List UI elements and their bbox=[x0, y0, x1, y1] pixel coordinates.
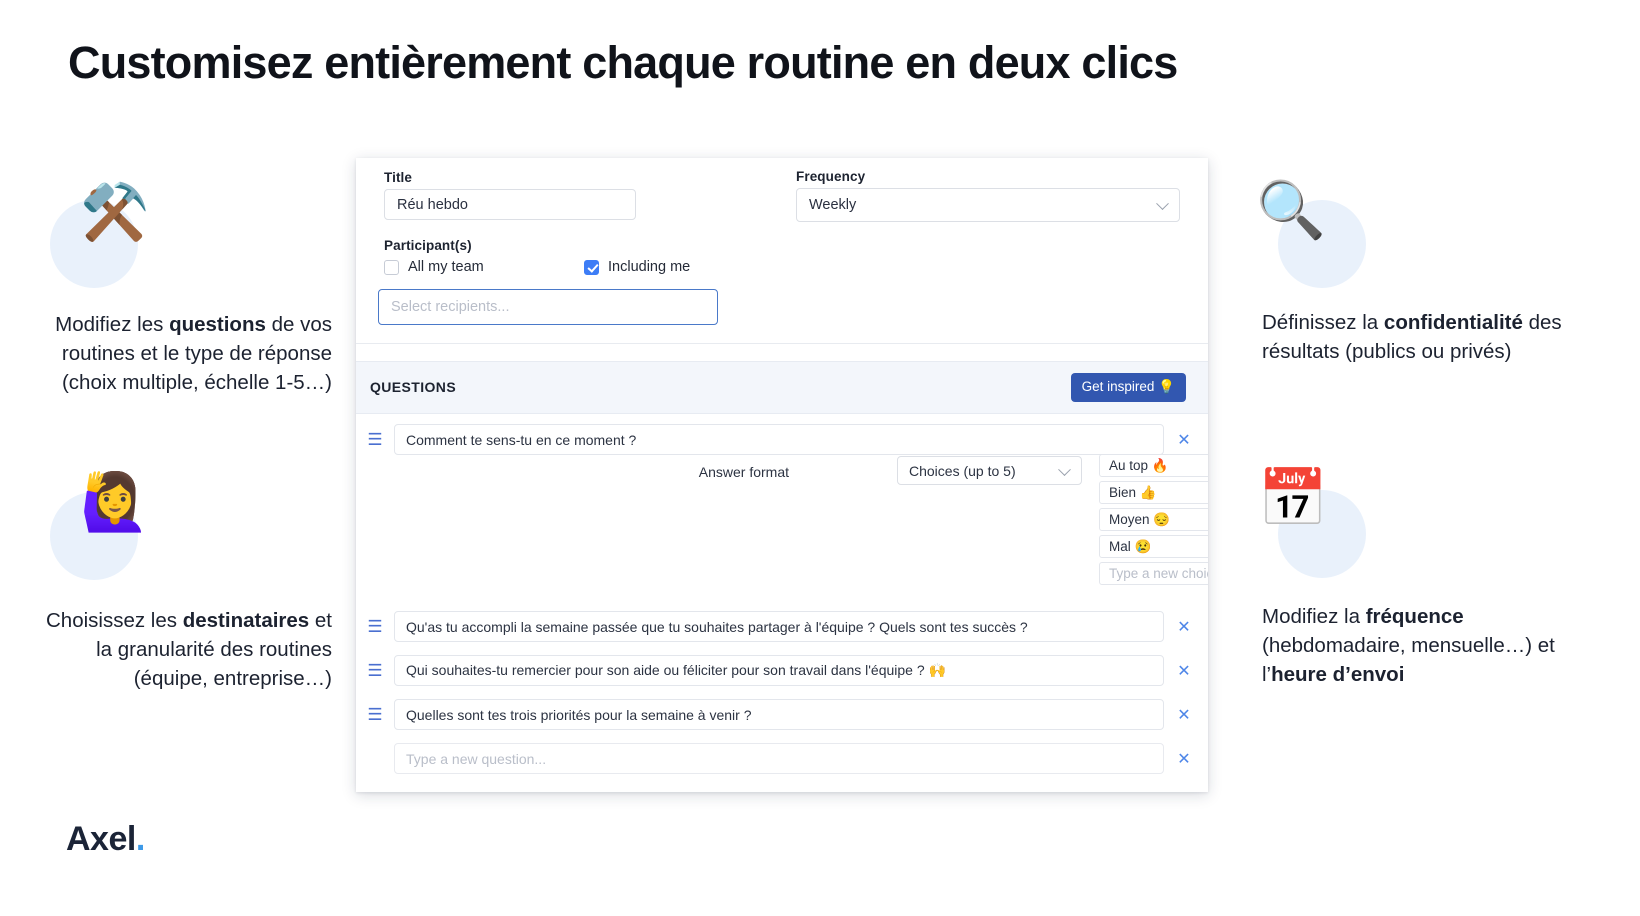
choice-row: Mal 😢 ✕ bbox=[1099, 533, 1208, 560]
choice-input[interactable]: Moyen 😔 bbox=[1099, 508, 1208, 531]
frequency-value: Weekly bbox=[809, 197, 857, 213]
question-text-input[interactable]: Qui souhaites-tu remercier pour son aide… bbox=[394, 655, 1164, 686]
questions-section-header: QUESTIONS Get inspired 💡 bbox=[356, 361, 1208, 414]
question-row: ☰ Quelles sont tes trois priorités pour … bbox=[356, 699, 1208, 730]
annotation-recipients-text: Choisissez les destinataires et la granu… bbox=[46, 609, 332, 691]
questions-heading: QUESTIONS bbox=[370, 379, 457, 395]
chevron-down-icon bbox=[1058, 462, 1071, 476]
choices-column: Au top 🔥 ✕ Bien 👍 ✕ Moyen 😔 ✕ Mal 😢 ✕ bbox=[1099, 452, 1208, 587]
checkbox-box-checked[interactable] bbox=[584, 259, 599, 275]
new-choice-input[interactable]: Type a new choice... bbox=[1099, 562, 1208, 585]
recipients-input[interactable]: Select recipients... bbox=[378, 289, 718, 325]
questions-list: ☰ Comment te sens-tu en ce moment ? ✕ An… bbox=[356, 414, 1208, 792]
choice-input[interactable]: Bien 👍 bbox=[1099, 481, 1208, 504]
checkbox-box[interactable] bbox=[384, 259, 399, 275]
question-text-input[interactable]: Quelles sont tes trois priorités pour la… bbox=[394, 699, 1164, 730]
drag-handle-icon[interactable]: ☰ bbox=[356, 662, 394, 679]
logo-dot: . bbox=[135, 820, 145, 858]
choice-input[interactable]: Mal 😢 bbox=[1099, 535, 1208, 558]
drag-handle-icon[interactable]: ☰ bbox=[356, 706, 394, 723]
annotation-questions-text: Modifiez les questions de vos routines e… bbox=[55, 313, 332, 395]
page-title: Customisez entièrement chaque routine en… bbox=[68, 37, 1178, 88]
checkbox-all-my-team[interactable]: All my team bbox=[384, 259, 484, 275]
delete-question-button[interactable]: ✕ bbox=[1164, 705, 1204, 725]
get-inspired-button[interactable]: Get inspired 💡 bbox=[1070, 373, 1186, 402]
choice-row: Moyen 😔 ✕ bbox=[1099, 506, 1208, 533]
answer-format-value: Choices (up to 5) bbox=[909, 462, 1016, 479]
routine-editor-panel: Title Réu hebdo Frequency Weekly Partici… bbox=[356, 158, 1208, 792]
frequency-label: Frequency bbox=[796, 169, 866, 184]
routine-settings-form: Title Réu hebdo Frequency Weekly Partici… bbox=[356, 158, 1208, 343]
title-input[interactable]: Réu hebdo bbox=[384, 189, 636, 220]
checkbox-all-my-team-label: All my team bbox=[408, 259, 484, 275]
chevron-down-icon bbox=[1156, 197, 1169, 211]
question-text-input[interactable]: Qu'as tu accompli la semaine passée que … bbox=[394, 611, 1164, 642]
axel-logo: Axel. bbox=[66, 820, 145, 859]
choice-row: Bien 👍 ✕ bbox=[1099, 479, 1208, 506]
slide-canvas: Customisez entièrement chaque routine en… bbox=[0, 0, 1640, 916]
new-question-input[interactable]: Type a new question... bbox=[394, 743, 1164, 774]
logo-wordmark: Axel bbox=[66, 820, 136, 858]
choice-row: Au top 🔥 ✕ bbox=[1099, 452, 1208, 479]
delete-question-button[interactable]: ✕ bbox=[1164, 617, 1204, 637]
frequency-select[interactable]: Weekly bbox=[796, 188, 1180, 222]
drag-handle-icon[interactable]: ☰ bbox=[356, 618, 394, 635]
section-gap bbox=[356, 344, 1208, 361]
new-choice-row: Type a new choice... bbox=[1099, 560, 1208, 587]
answer-format-label: Answer format bbox=[698, 464, 789, 480]
checkbox-including-me[interactable]: Including me bbox=[584, 259, 690, 275]
magnifying-glass-icon: 🔍 bbox=[1256, 178, 1326, 241]
checkbox-including-me-label: Including me bbox=[608, 259, 691, 275]
participants-label: Participant(s) bbox=[384, 238, 472, 253]
person-raising-hand-icon: 🙋‍♀️ bbox=[80, 470, 150, 533]
new-question-row: Type a new question... ✕ bbox=[356, 743, 1208, 774]
answer-format-select[interactable]: Choices (up to 5) bbox=[897, 456, 1082, 485]
question-text-input[interactable]: Comment te sens-tu en ce moment ? bbox=[394, 424, 1164, 455]
drag-handle-icon[interactable]: ☰ bbox=[356, 431, 394, 448]
title-label: Title bbox=[384, 170, 413, 185]
crossed-hammers-icon: ⚒️ bbox=[80, 180, 150, 243]
choice-input[interactable]: Au top 🔥 bbox=[1099, 454, 1208, 477]
question-row: ☰ Qui souhaites-tu remercier pour son ai… bbox=[356, 655, 1208, 686]
question-row: ☰ Comment te sens-tu en ce moment ? ✕ bbox=[356, 424, 1208, 455]
question-row: ☰ Qu'as tu accompli la semaine passée qu… bbox=[356, 611, 1208, 642]
delete-question-button[interactable]: ✕ bbox=[1164, 430, 1204, 450]
annotation-privacy-text: Définissez la confidentialité des résult… bbox=[1262, 311, 1562, 364]
annotation-frequency-text: Modifiez la fréquence (hebdomadaire, men… bbox=[1262, 605, 1555, 687]
calendar-icon: 📅 bbox=[1258, 466, 1328, 529]
delete-new-question-button[interactable]: ✕ bbox=[1164, 749, 1204, 769]
delete-question-button[interactable]: ✕ bbox=[1164, 661, 1204, 681]
